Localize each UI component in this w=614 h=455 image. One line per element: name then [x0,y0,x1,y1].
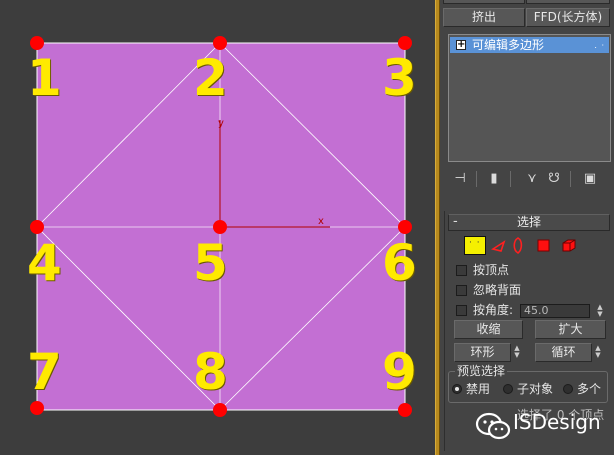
vertex-label-7: 7 [27,343,62,401]
vertex-level-icon[interactable]: · · [464,236,486,255]
vertex-label-2: 2 [193,49,228,107]
vertex-label-4: 4 [27,234,62,292]
gizmo-y-label: y [218,118,224,129]
ignore-backfacing-checkbox[interactable] [456,285,467,296]
vertex-label-1: 1 [27,49,62,107]
preview-selection-title: 预览选择 [455,364,508,378]
make-unique-icon[interactable]: ⋎ [522,170,542,188]
modifier-button-hidden-2[interactable] [526,0,610,4]
shrink-button[interactable]: 收缩 [454,320,523,339]
pin-stack-icon[interactable]: ⊣ [450,170,470,188]
show-end-result-icon[interactable]: ▮ [484,170,504,188]
modifier-button-hidden-1[interactable] [443,0,525,4]
loop-spinner[interactable]: ▲ ▼ [593,345,603,359]
preview-subobject-radio[interactable] [503,384,513,394]
preview-multi-label: 多个 [577,382,602,396]
ring-spinner[interactable]: ▲ ▼ [512,345,522,359]
vertex-6[interactable] [398,220,412,234]
vertex-label-5: 5 [193,234,228,292]
element-level-icon[interactable] [561,236,577,255]
vertex-1[interactable] [30,36,44,50]
vertex-8[interactable] [213,403,227,417]
selection-rollout-header[interactable]: - 选择 [448,214,610,231]
vertex-2[interactable] [213,36,227,50]
vertex-label-9: 9 [382,343,417,401]
viewport[interactable]: y x 1 2 3 4 5 6 7 8 9 [0,0,435,455]
preview-off-label: 禁用 [466,382,491,396]
by-angle-checkbox[interactable] [456,305,467,316]
vertex-4[interactable] [30,220,44,234]
stack-item-subobject-icon: . · [594,41,605,50]
watermark-text: ISDesign [513,410,601,434]
expand-plus-icon[interactable]: + [456,40,466,50]
ring-button[interactable]: 环形 [454,343,511,362]
watermark: ISDesign [475,407,614,447]
rollout-title: 选择 [516,215,541,229]
by-angle-label: 按角度: [473,303,514,317]
vertex-label-6: 6 [382,234,417,292]
preview-subobject-label: 子对象 [517,382,554,396]
polygon-level-icon[interactable] [537,236,551,255]
vertex-9[interactable] [398,403,412,417]
toolbar-separator [510,171,511,187]
wechat-logo-icon [475,412,511,440]
vertex-label-3: 3 [382,49,417,107]
preview-multi-radio[interactable] [563,384,573,394]
modifier-stack-list[interactable]: + 可编辑多边形 . · [448,34,611,162]
ignore-backfacing-label: 忽略背面 [473,283,522,297]
remove-modifier-icon[interactable]: ☋ [544,170,564,188]
configure-modifier-sets-icon[interactable]: ▣ [580,170,600,188]
vertex-label-8: 8 [193,343,228,401]
border-level-icon[interactable] [511,236,525,255]
toolbar-separator [476,171,477,187]
stack-toolbar: ⊣ ▮ ⋎ ☋ ▣ [448,168,611,190]
stack-item-label: 可编辑多边形 [472,38,545,52]
gizmo-x-label: x [318,216,324,227]
loop-button[interactable]: 循环 [535,343,592,362]
preview-off-radio[interactable] [452,384,462,394]
by-vertex-label: 按顶点 [473,263,510,277]
ffd-box-button[interactable]: FFD(长方体) [526,8,610,27]
preview-selection-group: 预览选择 禁用 子对象 多个 [448,364,608,403]
grow-button[interactable]: 扩大 [535,320,606,339]
vertex-5[interactable] [213,220,227,234]
extrude-button[interactable]: 挤出 [443,8,525,27]
by-vertex-checkbox[interactable] [456,265,467,276]
vertex-3[interactable] [398,36,412,50]
stack-item-editable-poly[interactable]: + 可编辑多边形 . · [450,37,609,53]
edge-level-icon[interactable] [491,236,507,255]
toolbar-separator [570,171,571,187]
vertex-7[interactable] [30,401,44,415]
command-panel: 挤出 FFD(长方体) + 可编辑多边形 . · ⊣ ▮ ⋎ ☋ ▣ - 选择 … [440,0,614,455]
angle-threshold-field[interactable]: 45.0 [520,304,590,318]
angle-spinner[interactable]: ▲ ▼ [595,304,605,318]
